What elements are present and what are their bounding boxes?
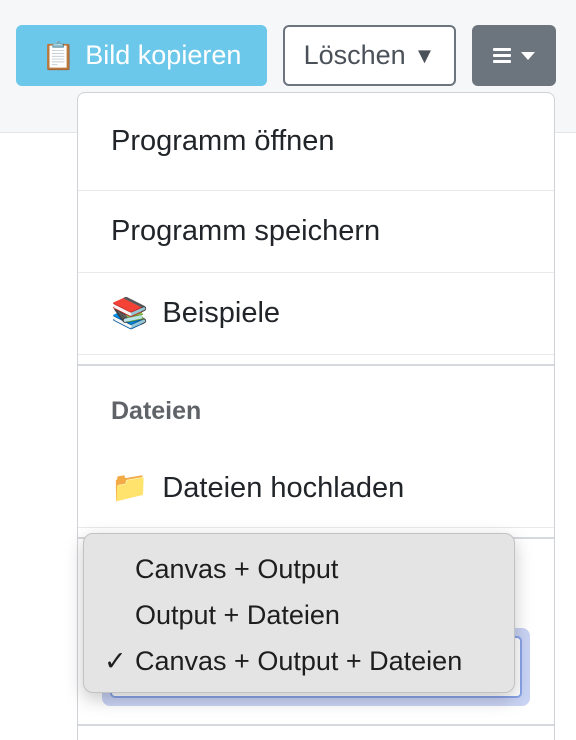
menu-item-label: Programm speichern — [111, 214, 381, 247]
menu-item-examples[interactable]: 📚 Beispiele — [78, 273, 554, 354]
layout-option-label: Canvas + Output — [135, 553, 339, 584]
menu-item-label: Beispiele — [162, 297, 281, 329]
copy-image-button[interactable]: 📋 Bild kopieren — [16, 25, 267, 86]
hamburger-icon — [493, 45, 511, 66]
files-section-header: Dateien — [111, 397, 202, 425]
checkmark-icon: ✓ — [104, 645, 127, 676]
menu-toggle-button[interactable] — [472, 25, 556, 86]
copy-image-label: Bild kopieren — [85, 40, 242, 70]
divider — [78, 527, 554, 528]
layout-option[interactable]: Canvas + Output — [84, 546, 514, 592]
layout-option-selected[interactable]: ✓ Canvas + Output + Dateien — [84, 638, 514, 684]
chevron-down-icon — [521, 51, 535, 60]
menu-item-upload-files[interactable]: 📁 Dateien hochladen — [78, 449, 554, 527]
layout-option-label: Output + Dateien — [135, 599, 340, 630]
folder-icon: 📁 — [111, 471, 149, 504]
layout-select-options-popup: Canvas + Output Output + Dateien ✓ Canva… — [83, 533, 515, 693]
menu-item-label: Dateien hochladen — [162, 471, 405, 504]
menu-item-save-program[interactable]: Programm speichern — [78, 191, 554, 271]
section-divider — [78, 724, 554, 726]
menu-item-open-program[interactable]: Programm öffnen — [78, 93, 554, 190]
layout-option-label: Canvas + Output + Dateien — [135, 645, 463, 676]
layout-option[interactable]: Output + Dateien — [84, 592, 514, 638]
section-divider — [78, 364, 554, 366]
clipboard-icon: 📋 — [41, 40, 76, 71]
divider — [78, 354, 554, 355]
books-icon: 📚 — [111, 296, 149, 330]
menu-item-label: Programm öffnen — [111, 125, 335, 157]
caret-down-icon: ▼ — [413, 42, 436, 68]
delete-label: Löschen — [303, 40, 406, 70]
delete-button[interactable]: Löschen ▼ — [283, 25, 456, 86]
page: 📋 Bild kopieren Löschen ▼ Programm öffne… — [0, 0, 576, 740]
